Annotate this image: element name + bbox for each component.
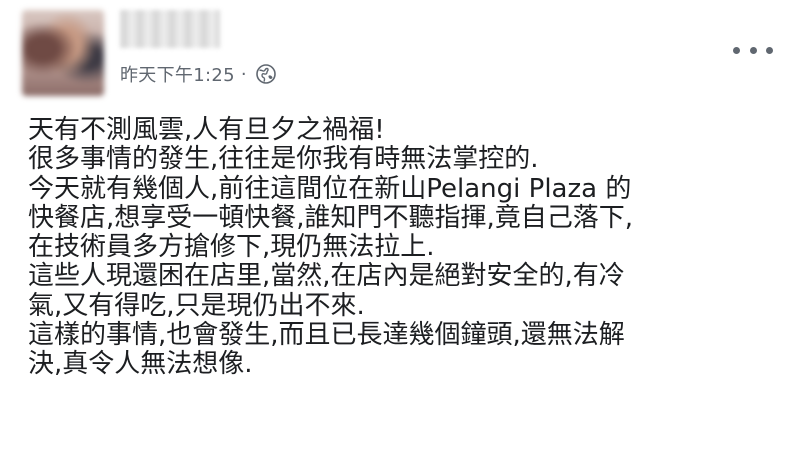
post-header: 昨天下午1:25 · — [0, 0, 800, 110]
post-text-line: 氣,又有得吃,只是現仍出不來. — [28, 290, 365, 321]
more-dot-icon — [766, 46, 773, 54]
more-dot-icon — [749, 46, 757, 54]
post-text-line: 這樣的事情,也會發生,而且已長達幾個鐘頭,還無法解 — [28, 320, 625, 351]
post-text-line: 決,真令人無法想像. — [28, 349, 253, 380]
post-text-line: 這些人現還困在店里,當然,在店內是絕對安全的,有冷 — [28, 261, 625, 292]
author-name-redacted[interactable] — [120, 10, 220, 48]
more-dot-icon — [733, 46, 740, 54]
post-timestamp[interactable]: 昨天下午1:25 — [120, 61, 235, 87]
meta-separator: · — [240, 63, 247, 85]
post-text-line: 今天就有幾個人,前往這間位在新山Pelangi Plaza 的 — [28, 173, 632, 204]
post-meta: 昨天下午1:25 · — [120, 60, 277, 88]
globe-icon[interactable] — [255, 63, 277, 85]
post-text-line: 很多事情的發生,往往是你我有時無法掌控的. — [28, 144, 539, 175]
post-text-line: 快餐店,想享受一頓快餐,誰知門不聽指揮,竟自己落下, — [28, 202, 634, 233]
more-options-icon[interactable] — [733, 40, 773, 60]
avatar[interactable] — [22, 10, 104, 96]
post-body: 天有不測風雲,人有旦夕之禍福! 很多事情的發生,往往是你我有時無法掌控的. 今天… — [28, 115, 788, 380]
post-text-line: 在技術員多方搶修下,現仍無法拉上. — [28, 232, 435, 263]
post-text-line: 天有不測風雲,人有旦夕之禍福! — [28, 115, 385, 145]
